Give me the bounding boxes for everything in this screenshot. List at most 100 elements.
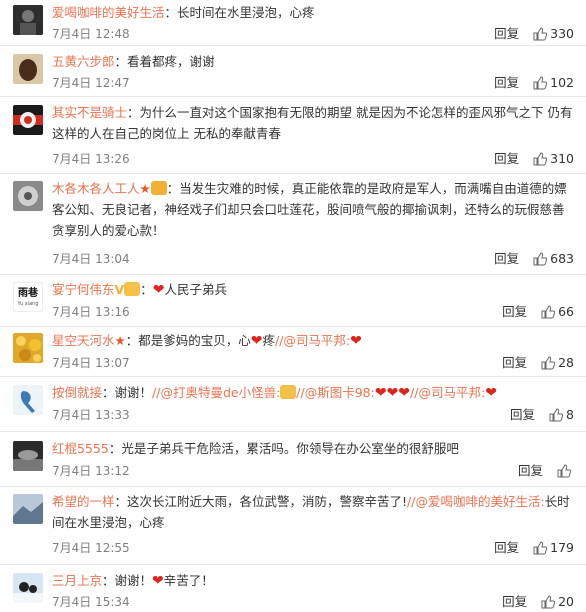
like-button[interactable]: 8 (549, 405, 574, 425)
username[interactable]: 希望的一样 (52, 494, 115, 509)
comment-body: 三月上京：谢谢！❤辛苦了！ (52, 570, 574, 592)
reply-button[interactable]: 回复 (494, 538, 519, 558)
comment-body: 宴宁何伟东V ：❤人民子弟兵 (52, 282, 227, 298)
username[interactable]: 按倒就接 (52, 385, 102, 400)
reply-button[interactable]: 回复 (502, 592, 527, 612)
comment-body: 红棍5555：光是子弟兵干危险活，累活吗。你领导在办公室坐的很舒服吧 (52, 438, 574, 459)
avatar-logo-text: 雨巷 (18, 288, 38, 299)
mention-link[interactable]: //@打奥特曼de小怪兽: (152, 385, 280, 400)
heart-icon: ❤ (485, 385, 497, 401)
mention-link[interactable]: //@司马平邦: (275, 333, 350, 348)
reply-button[interactable]: 回复 (502, 353, 527, 373)
avatar[interactable] (13, 333, 43, 363)
comment-body: 五黄六步郎：看着都疼，谢谢 (52, 51, 574, 72)
comment-meta: 7月4日 15:34 回复 20 (52, 592, 574, 612)
heart-icon: ❤ (152, 573, 164, 589)
crying-emoji-icon (280, 385, 297, 399)
avatar[interactable] (13, 385, 43, 415)
like-button[interactable]: 102 (533, 73, 574, 93)
username[interactable]: 其实不是骑士 (52, 105, 127, 120)
mention-link[interactable]: //@司马平邦: (410, 385, 485, 400)
comment-text: ：长时间在水里浸泡，心疼 (164, 5, 315, 20)
username[interactable]: 爱喝咖啡的美好生活 (52, 5, 165, 20)
avatar[interactable] (13, 494, 43, 524)
heart-icon: ❤ (250, 333, 263, 349)
reply-button[interactable]: 回复 (494, 249, 519, 269)
star-badge-icon: ★ (114, 333, 126, 348)
comment-text: ：为什么一直对这个国家抱有无限的期望 就是因为不论怎样的歪风邪气之下 仍有这样的… (52, 105, 573, 141)
avatar[interactable]: 雨巷 Yu xiang (13, 282, 43, 312)
comment-text-continued: 疼 (262, 333, 275, 348)
like-button[interactable]: 28 (541, 353, 574, 373)
vip-badge-icon: V (114, 282, 125, 297)
username[interactable]: 星空天河水 (52, 333, 115, 348)
mention-link[interactable]: //@斯图卡98: (296, 385, 375, 400)
like-count: 102 (550, 75, 574, 90)
like-count: 28 (558, 355, 574, 370)
avatar[interactable] (13, 54, 43, 84)
timestamp: 7月4日 13:07 (52, 356, 130, 370)
emoji-icon (150, 181, 167, 195)
like-count: 8 (566, 407, 574, 422)
timestamp: 7月4日 15:34 (52, 595, 130, 609)
comment-meta: 7月4日 12:55 回复 179 (52, 538, 574, 558)
avatar[interactable] (13, 105, 43, 135)
comment-item: 星空天河水★：都是爹妈的宝贝，心❤疼//@司马平邦:❤ 7月4日 13:07 回… (0, 327, 586, 377)
comment-text: ：都是爹妈的宝贝，心 (125, 333, 251, 348)
reply-button[interactable]: 回复 (494, 149, 519, 169)
comment-text-continued: 辛苦了！ (163, 573, 214, 588)
thumbs-up-icon (557, 464, 571, 478)
comment-item: 按倒就接：谢谢！//@打奥特曼de小怪兽: //@斯图卡98:❤❤❤//@司马平邦… (0, 377, 586, 432)
mention-link[interactable]: //@爱喝咖啡的美好生活: (407, 494, 545, 509)
comment-body: 星空天河水★：都是爹妈的宝贝，心❤疼//@司马平邦:❤ (52, 330, 574, 352)
avatar[interactable] (13, 5, 43, 35)
timestamp: 7月4日 13:33 (52, 408, 130, 422)
avatar[interactable] (13, 181, 43, 211)
like-count: 310 (550, 151, 574, 166)
thumbs-up-icon (533, 76, 548, 90)
like-button[interactable]: 179 (533, 538, 574, 558)
like-count: 66 (558, 304, 574, 319)
timestamp: 7月4日 12:55 (52, 541, 130, 555)
thumbs-up-icon (533, 252, 548, 266)
comment-meta: 7月4日 13:33 回复 8 (52, 405, 574, 425)
like-button[interactable]: 66 (541, 302, 574, 322)
avatar[interactable] (13, 573, 43, 603)
username[interactable]: 木各木各人工人 (52, 181, 140, 196)
comment-meta: 7月4日 13:16 回复 66 (52, 302, 574, 322)
comment-text: ：这次长江附近大雨，各位武警，消防，警察辛苦了! (114, 494, 408, 509)
comment-item: 爱喝咖啡的美好生活：长时间在水里浸泡，心疼 7月4日 12:48 回复 330 (0, 0, 586, 46)
like-button[interactable]: 330 (533, 24, 574, 44)
reply-button[interactable]: 回复 (510, 405, 535, 425)
comment-list: 爱喝咖啡的美好生活：长时间在水里浸泡，心疼 7月4日 12:48 回复 330 … (0, 0, 586, 612)
avatar[interactable] (13, 441, 43, 471)
heart-icon: ❤❤❤ (374, 385, 411, 401)
comment-body: 希望的一样：这次长江附近大雨，各位武警，消防，警察辛苦了!//@爱喝咖啡的美好生… (52, 491, 574, 533)
comment-body: 木各木各人工人★ ：当发生灾难的时候，真正能依靠的是政府是军人，而满嘴自由道德的嫖… (52, 178, 574, 241)
thumbs-up-icon (533, 27, 548, 41)
comment-meta: 7月4日 13:07 回复 28 (52, 353, 574, 373)
comment-body: 爱喝咖啡的美好生活：长时间在水里浸泡，心疼 (52, 2, 574, 23)
reply-button[interactable]: 回复 (518, 461, 543, 481)
reply-button[interactable]: 回复 (494, 73, 519, 93)
like-button[interactable] (557, 464, 574, 478)
thumbs-up-icon (533, 152, 548, 166)
username[interactable]: 三月上京 (52, 573, 102, 588)
comment-meta: 7月4日 13:04 回复 683 (52, 249, 574, 269)
like-button[interactable]: 20 (541, 592, 574, 612)
like-button[interactable]: 310 (533, 149, 574, 169)
like-button[interactable]: 683 (533, 249, 574, 269)
comment-meta: 7月4日 12:47 回复 102 (52, 73, 574, 93)
thumbs-up-icon (541, 305, 556, 319)
comment-meta: 7月4日 13:12 回复 (52, 461, 574, 481)
reply-button[interactable]: 回复 (502, 302, 527, 322)
reply-button[interactable]: 回复 (494, 24, 519, 44)
comment-item: 三月上京：谢谢！❤辛苦了！ 7月4日 15:34 回复 20 (0, 565, 586, 612)
username[interactable]: 宴宁何伟东 (52, 282, 115, 297)
timestamp: 7月4日 12:47 (52, 76, 130, 90)
comment-item: 红棍5555：光是子弟兵干危险活，累活吗。你领导在办公室坐的很舒服吧 7月4日 … (0, 432, 586, 487)
thumbs-up-icon (533, 541, 548, 555)
username[interactable]: 五黄六步郎 (52, 54, 115, 69)
username[interactable]: 红棍5555 (52, 441, 109, 456)
emoji-icon (124, 282, 141, 296)
